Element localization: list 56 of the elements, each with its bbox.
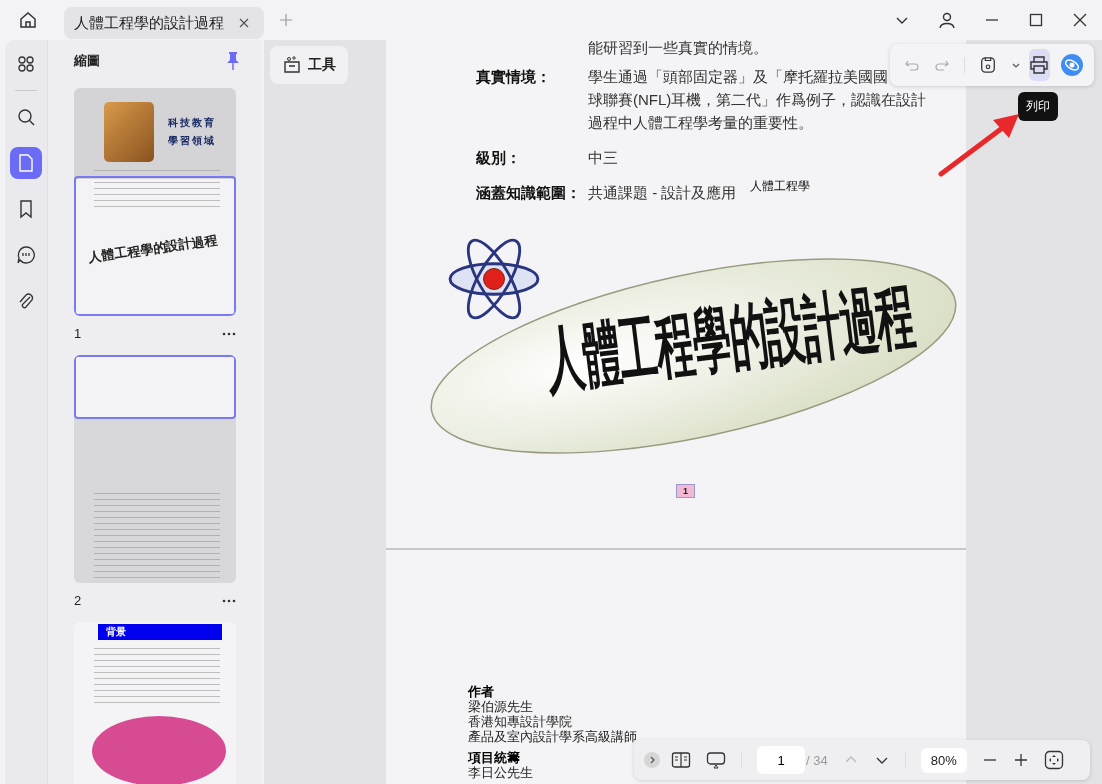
body-text: 香港知專設計學院 <box>468 714 572 729</box>
field-value: 過程中人體工程學考量的重要性。 <box>588 113 813 133</box>
page-thumbnail[interactable]: 科技教育 學習領域 人體工程學的設計過程 <box>74 88 236 316</box>
body-text: 梁伯源先生 <box>468 699 533 714</box>
tools-button[interactable]: 工具 <box>270 46 348 84</box>
thumbnail-heading: 背景 <box>98 624 222 640</box>
field-label: 真實情境： <box>476 67 552 87</box>
body-text: 李日公先生 <box>468 765 533 780</box>
atom-icon <box>446 236 542 322</box>
print-button[interactable] <box>1028 49 1050 81</box>
ai-logo-icon[interactable] <box>1060 53 1084 77</box>
home-icon[interactable] <box>18 10 38 30</box>
thumbnail-heading: 學習領域 <box>168 134 216 148</box>
maximize-icon[interactable] <box>1028 12 1044 28</box>
pin-icon[interactable] <box>226 51 240 71</box>
page-thumbnail[interactable] <box>74 355 236 583</box>
presentation-icon[interactable] <box>706 750 726 770</box>
field-value: 球聯賽(NFL)耳機，第二代」作爲例子，認識在設計 <box>588 90 927 110</box>
body-text: 產品及室內設計學系高級講師 <box>468 729 637 744</box>
section-heading: 作者 <box>468 684 494 699</box>
fit-screen-icon[interactable] <box>1043 750 1064 770</box>
more-icon[interactable] <box>222 598 236 603</box>
body-text: 能研習到一些真實的情境。 <box>588 40 768 58</box>
save-icon[interactable] <box>978 56 997 74</box>
page-thumbnail[interactable]: 背景 <box>74 622 236 784</box>
thumbnail-heading: 科技教育 <box>168 116 216 130</box>
document-title: 人體工程學的設計過程 <box>540 274 919 403</box>
page-number: 1 <box>74 326 82 341</box>
comment-icon[interactable] <box>16 245 36 265</box>
page-input[interactable]: 1 <box>757 746 805 774</box>
field-value: 共通課題 ‐ 設計及應用 <box>588 183 737 203</box>
section-heading: 項目統籌 <box>468 750 520 765</box>
zoom-level[interactable]: 80% <box>920 747 967 773</box>
page-badge: 1 <box>676 484 695 498</box>
field-tag: 人體工程學 <box>750 175 811 198</box>
more-icon[interactable] <box>222 331 236 336</box>
close-icon[interactable] <box>1072 12 1088 28</box>
page-total: / 34 <box>806 752 828 768</box>
thumbnail-title: 人體工程學的設計過程 <box>87 231 219 267</box>
chevron-right-icon[interactable] <box>644 752 660 768</box>
toolbox-icon <box>282 55 302 75</box>
document-tab[interactable]: 人體工程學的設計過程 <box>64 7 264 39</box>
book-icon[interactable] <box>671 750 691 770</box>
field-value: 中三 <box>588 148 618 168</box>
tooltip: 列印 <box>1018 92 1058 121</box>
panel-title: 縮圖 <box>74 52 100 70</box>
page-number: 2 <box>74 593 82 608</box>
field-label: 級別： <box>476 148 522 168</box>
field-value: 學生通過「頭部固定器」及「摩托羅拉美國國 <box>588 67 888 87</box>
close-icon[interactable] <box>238 17 250 29</box>
plus-icon[interactable] <box>1012 752 1029 768</box>
user-icon[interactable] <box>938 11 956 29</box>
page-icon[interactable] <box>16 153 36 173</box>
grid-icon[interactable] <box>16 54 36 74</box>
field-label: 涵蓋知識範圍： <box>476 183 582 203</box>
search-icon[interactable] <box>16 107 36 127</box>
